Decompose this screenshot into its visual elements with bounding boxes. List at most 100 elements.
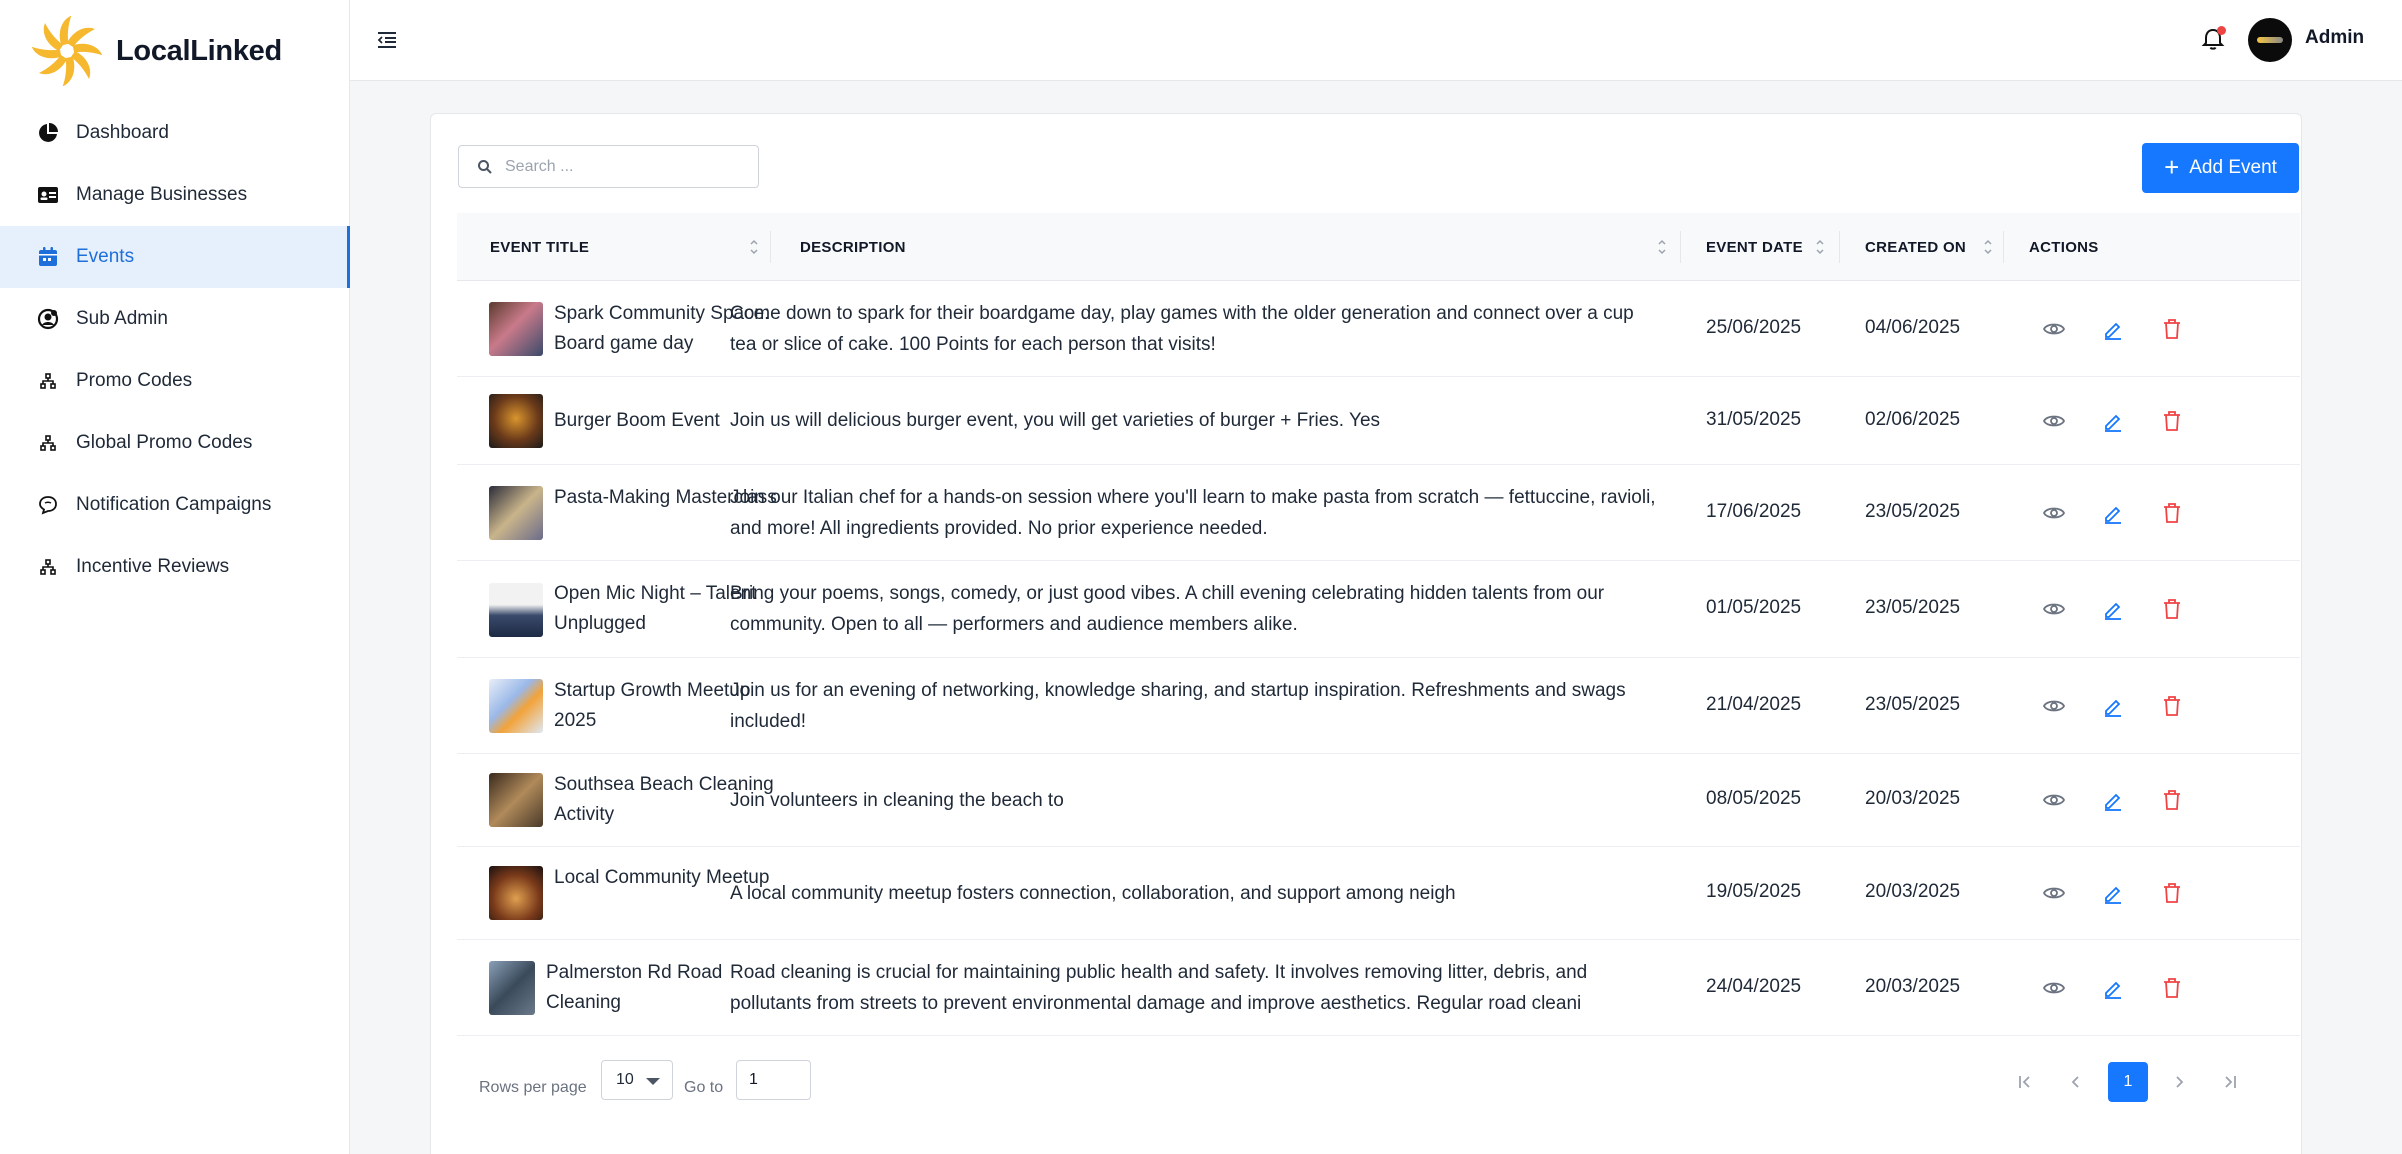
- sidebar-item-notification-campaigns[interactable]: Notification Campaigns: [0, 474, 350, 536]
- sidebar-item-sub-admin[interactable]: Sub Admin: [0, 288, 350, 350]
- table-header: EVENT TITLE DESCRIPTION EVENT DATE CREAT…: [457, 213, 2300, 281]
- view-icon[interactable]: [2041, 787, 2067, 813]
- sort-icon[interactable]: [1815, 237, 1825, 257]
- view-icon[interactable]: [2041, 500, 2067, 526]
- event-description: Join volunteers in cleaning the beach to: [730, 790, 1064, 811]
- delete-icon[interactable]: [2159, 596, 2185, 622]
- view-icon[interactable]: [2041, 316, 2067, 342]
- brand-name: LocalLinked: [116, 34, 282, 67]
- sidebar-item-dashboard[interactable]: Dashboard: [0, 102, 350, 164]
- delete-icon[interactable]: [2159, 975, 2185, 1001]
- delete-icon[interactable]: [2159, 787, 2185, 813]
- sidebar-item-label: Manage Businesses: [76, 184, 248, 205]
- column-header-event-title[interactable]: EVENT TITLE: [490, 213, 589, 281]
- sidebar-item-label: Notification Campaigns: [76, 494, 272, 515]
- table-row[interactable]: Southsea Beach Cleaning Activity Join vo…: [457, 754, 2300, 847]
- view-icon[interactable]: [2041, 880, 2067, 906]
- view-icon[interactable]: [2041, 408, 2067, 434]
- calendar-icon: [36, 245, 60, 269]
- edit-icon[interactable]: [2100, 693, 2126, 719]
- delete-icon[interactable]: [2159, 408, 2185, 434]
- view-icon[interactable]: [2041, 693, 2067, 719]
- edit-icon[interactable]: [2100, 596, 2126, 622]
- view-icon[interactable]: [2041, 596, 2067, 622]
- event-thumbnail: [489, 583, 543, 637]
- user-circle-icon: [36, 307, 60, 331]
- edit-icon[interactable]: [2100, 500, 2126, 526]
- event-date: 01/05/2025: [1706, 597, 1802, 618]
- hierarchy-icon: [36, 369, 60, 393]
- events-table: EVENT TITLE DESCRIPTION EVENT DATE CREAT…: [457, 213, 2300, 1036]
- pie-chart-icon: [36, 121, 60, 145]
- table-footer: Rows per page 10 Go to 1: [457, 1060, 2300, 1120]
- sidebar: LocalLinked Dashboard Manage Businesses …: [0, 0, 350, 1154]
- delete-icon[interactable]: [2159, 880, 2185, 906]
- sidebar-item-promo-codes[interactable]: Promo Codes: [0, 350, 350, 412]
- brand[interactable]: LocalLinked: [32, 16, 282, 86]
- event-thumbnail: [489, 394, 543, 448]
- created-on: 02/06/2025: [1865, 409, 1961, 430]
- edit-icon[interactable]: [2100, 316, 2126, 342]
- search-input[interactable]: [505, 157, 745, 176]
- search-box[interactable]: [458, 145, 759, 188]
- column-header-event-date[interactable]: EVENT DATE: [1706, 213, 1803, 281]
- last-page-icon[interactable]: [2210, 1062, 2250, 1102]
- menu-collapse-icon[interactable]: [374, 27, 400, 53]
- column-header-description[interactable]: DESCRIPTION: [800, 213, 906, 281]
- table-row[interactable]: Spark Community Space: Board game day Co…: [457, 281, 2300, 377]
- sidebar-item-global-promo-codes[interactable]: Global Promo Codes: [0, 412, 350, 474]
- sidebar-item-label: Events: [76, 246, 135, 267]
- event-date: 25/06/2025: [1706, 317, 1802, 338]
- user-name[interactable]: Admin: [2305, 27, 2364, 49]
- event-description: A local community meetup fosters connect…: [730, 883, 1456, 904]
- sort-icon[interactable]: [749, 237, 759, 257]
- sidebar-item-events[interactable]: Events: [0, 226, 350, 288]
- rows-per-page-select[interactable]: 10: [601, 1060, 673, 1100]
- first-page-icon[interactable]: [2005, 1062, 2045, 1102]
- sidebar-item-label: Global Promo Codes: [76, 432, 253, 453]
- sidebar-item-manage-businesses[interactable]: Manage Businesses: [0, 164, 350, 226]
- event-thumbnail: [489, 679, 543, 733]
- table-row[interactable]: Pasta-Making Masterclass Join our Italia…: [457, 465, 2300, 561]
- edit-icon[interactable]: [2100, 975, 2126, 1001]
- sort-icon[interactable]: [1657, 237, 1667, 257]
- column-header-created-on[interactable]: CREATED ON: [1865, 213, 1966, 281]
- event-description: Join our Italian chef for a hands-on ses…: [730, 487, 1656, 539]
- created-on: 23/05/2025: [1865, 501, 1961, 522]
- edit-icon[interactable]: [2100, 880, 2126, 906]
- event-date: 17/06/2025: [1706, 501, 1802, 522]
- sort-icon[interactable]: [1983, 237, 1993, 257]
- event-date: 24/04/2025: [1706, 976, 1802, 997]
- top-bar: Admin: [350, 0, 2402, 81]
- edit-icon[interactable]: [2100, 408, 2126, 434]
- notification-dot: [2217, 26, 2226, 35]
- search-icon: [478, 159, 492, 174]
- sidebar-item-label: Sub Admin: [76, 308, 168, 329]
- table-row[interactable]: Palmerston Rd Road Cleaning Road cleanin…: [457, 940, 2300, 1036]
- delete-icon[interactable]: [2159, 316, 2185, 342]
- edit-icon[interactable]: [2100, 787, 2126, 813]
- notification-bell-icon[interactable]: [2198, 24, 2228, 54]
- prev-page-icon[interactable]: [2056, 1062, 2096, 1102]
- created-on: 04/06/2025: [1865, 317, 1961, 338]
- delete-icon[interactable]: [2159, 500, 2185, 526]
- rows-per-page-value: 10: [616, 1071, 634, 1088]
- view-icon[interactable]: [2041, 975, 2067, 1001]
- add-event-label: Add Event: [2189, 157, 2277, 178]
- table-row[interactable]: Open Mic Night – Talent Unplugged Bring …: [457, 561, 2300, 658]
- table-row[interactable]: Burger Boom Event Join us will delicious…: [457, 377, 2300, 465]
- created-on: 20/03/2025: [1865, 976, 1961, 997]
- page-button-current[interactable]: 1: [2108, 1062, 2148, 1102]
- plus-icon: +: [2164, 151, 2180, 182]
- sidebar-item-incentive-reviews[interactable]: Incentive Reviews: [0, 536, 350, 598]
- avatar[interactable]: [2248, 18, 2292, 62]
- delete-icon[interactable]: [2159, 693, 2185, 719]
- event-thumbnail: [489, 866, 543, 920]
- event-description: Join us will delicious burger event, you…: [730, 410, 1381, 431]
- next-page-icon[interactable]: [2159, 1062, 2199, 1102]
- table-row[interactable]: Startup Growth Meetup 2025 Join us for a…: [457, 658, 2300, 754]
- table-row[interactable]: Local Community Meetup A local community…: [457, 847, 2300, 940]
- add-event-button[interactable]: + Add Event: [2142, 143, 2299, 193]
- goto-page-input[interactable]: [736, 1060, 811, 1100]
- events-card: + Add Event EVENT TITLE DESCRIPTION EVEN…: [430, 113, 2302, 1154]
